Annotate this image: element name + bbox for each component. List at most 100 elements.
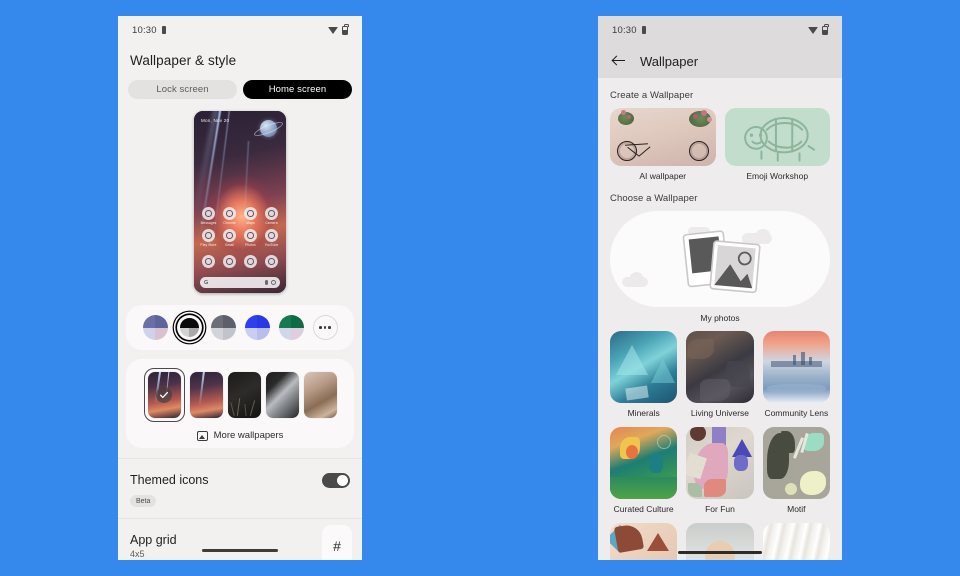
preview-app: Camera	[263, 207, 280, 225]
terracotta-geometry-art	[610, 523, 678, 560]
app-grid-title: App grid	[130, 532, 177, 547]
wallpaper-thumb-cosmic-alt[interactable]	[189, 372, 223, 418]
app-grid-icon[interactable]: #	[322, 524, 352, 560]
create-wallpaper-row: AI wallpaper Emoji Workshop	[610, 108, 830, 181]
category-living-universe[interactable]: Living Universe	[686, 331, 754, 418]
create-section-title: Create a Wallpaper	[610, 90, 694, 101]
home-indicator	[678, 551, 762, 554]
app-icon	[223, 229, 236, 242]
screen-tab-group: Lock screen Home screen	[118, 68, 362, 99]
wifi-icon	[328, 26, 338, 34]
app-label: Chrome	[223, 221, 236, 225]
category-for-fun[interactable]: For Fun	[686, 427, 754, 514]
app-label: YouTube	[264, 243, 279, 247]
preview-app-row: Play Store Gmail Photos YouTube	[194, 229, 286, 251]
wallpaper-category-row	[610, 523, 830, 560]
page-title: Wallpaper & style	[130, 53, 237, 68]
app-icon	[223, 207, 236, 220]
color-swatch-card	[126, 305, 354, 350]
app-label: Gmail	[224, 243, 235, 247]
swatch-monochrome-selected[interactable]	[177, 315, 202, 340]
home-indicator	[202, 549, 278, 552]
wallpaper-thumb-gray-fabric[interactable]	[265, 372, 299, 418]
wallpaper-category-row: Minerals Living Universe Community Lens	[610, 331, 830, 418]
create-emoji-workshop[interactable]: Emoji Workshop	[724, 108, 830, 181]
themed-icons-toggle[interactable]	[322, 473, 350, 488]
sim-card-icon	[161, 26, 166, 34]
my-photos-card[interactable]	[610, 211, 830, 307]
wallpaper-thumbs-card: More wallpapers	[126, 359, 354, 448]
more-wallpapers-label: More wallpapers	[213, 430, 284, 441]
wallpaper-thumb-row	[126, 368, 354, 422]
wallpaper-thumb-cosmic[interactable]	[143, 368, 185, 422]
beta-badge: Beta	[130, 495, 157, 507]
app-label: Messages	[200, 221, 217, 225]
category-motif[interactable]: Motif	[762, 427, 830, 514]
right-phone-screen: 10:30 Wallpaper Create a Wallpaper AI wa…	[598, 16, 842, 560]
battery-lock-icon	[342, 24, 349, 35]
photo-stack-icon	[682, 230, 761, 294]
wallpaper-thumb-marble[interactable]	[303, 372, 337, 418]
create-ai-wallpaper[interactable]: AI wallpaper	[610, 108, 716, 181]
ai-wallpaper-art	[610, 108, 716, 166]
preview-app: Messages	[200, 207, 217, 225]
app-icon	[202, 229, 215, 242]
app-icon	[244, 229, 257, 242]
my-photos-label: My photos	[700, 313, 740, 323]
category-terracotta[interactable]	[610, 523, 678, 560]
turtle-icon	[743, 116, 815, 162]
swatch-periwinkle[interactable]	[142, 315, 168, 340]
category-community-lens[interactable]: Community Lens	[762, 331, 830, 418]
themed-icons-row[interactable]: Themed icons Beta	[118, 458, 362, 518]
more-colors-icon[interactable]	[312, 315, 338, 340]
preview-search-bar: G	[200, 277, 280, 288]
back-arrow-icon[interactable]	[612, 54, 626, 68]
app-label: Maps	[246, 221, 255, 225]
app-grid-row[interactable]: App grid 4x5 #	[118, 517, 362, 560]
themed-icons-title: Themed icons	[130, 473, 209, 487]
preview-app: Maps	[242, 207, 259, 225]
living-universe-art	[686, 331, 754, 403]
preview-app: Play Store	[200, 229, 217, 247]
preview-app: Chrome	[221, 207, 238, 225]
dock-icon-chrome	[244, 255, 257, 268]
for-fun-label: For Fun	[705, 504, 735, 514]
wallpaper-preview-container[interactable]: Mon, Nov 20 Messages Chrome Maps Camera …	[118, 99, 362, 293]
preview-date-widget: Mon, Nov 20	[201, 118, 230, 123]
curated-culture-label: Curated Culture	[613, 504, 674, 514]
preview-app: Photos	[242, 229, 259, 247]
preview-app: YouTube	[263, 229, 280, 247]
tab-home-screen[interactable]: Home screen	[243, 80, 352, 99]
swatch-slate[interactable]	[210, 315, 236, 340]
wallpaper-thumb-dark-grass[interactable]	[227, 372, 261, 418]
app-label: Camera	[265, 221, 278, 225]
microphone-icon	[265, 280, 268, 285]
sim-card-icon	[641, 26, 646, 34]
app-label: Play Store	[200, 243, 217, 247]
dock-icon-messages	[223, 255, 236, 268]
category-curated-culture[interactable]: Curated Culture	[610, 427, 678, 514]
minerals-label: Minerals	[627, 408, 660, 418]
app-icon	[202, 207, 215, 220]
app-icon	[265, 229, 278, 242]
app-bar-title: Wallpaper	[640, 53, 699, 69]
more-wallpapers-button[interactable]: More wallpapers	[126, 422, 354, 441]
color-swatch-row	[126, 315, 354, 340]
status-time: 10:30	[132, 24, 157, 36]
category-minerals[interactable]: Minerals	[610, 331, 678, 418]
category-white-fabric[interactable]	[762, 523, 830, 560]
home-screen-preview[interactable]: Mon, Nov 20 Messages Chrome Maps Camera …	[194, 111, 286, 293]
preview-app-row: Messages Chrome Maps Camera	[194, 207, 286, 229]
google-g-icon: G	[204, 279, 209, 286]
motif-label: Motif	[787, 504, 806, 514]
app-label: Photos	[245, 243, 256, 247]
curated-culture-art	[610, 427, 678, 499]
tab-lock-screen[interactable]: Lock screen	[128, 80, 237, 99]
swatch-blue[interactable]	[244, 315, 270, 340]
create-emoji-workshop-label: Emoji Workshop	[746, 171, 809, 181]
preview-app-icons: Messages Chrome Maps Camera Play Store G…	[194, 207, 286, 269]
swatch-green[interactable]	[278, 315, 304, 340]
create-ai-wallpaper-label: AI wallpaper	[639, 171, 687, 181]
wallpaper-category-row: Curated Culture For Fun Motif	[610, 427, 830, 514]
category-soft-gradient[interactable]	[686, 523, 754, 560]
